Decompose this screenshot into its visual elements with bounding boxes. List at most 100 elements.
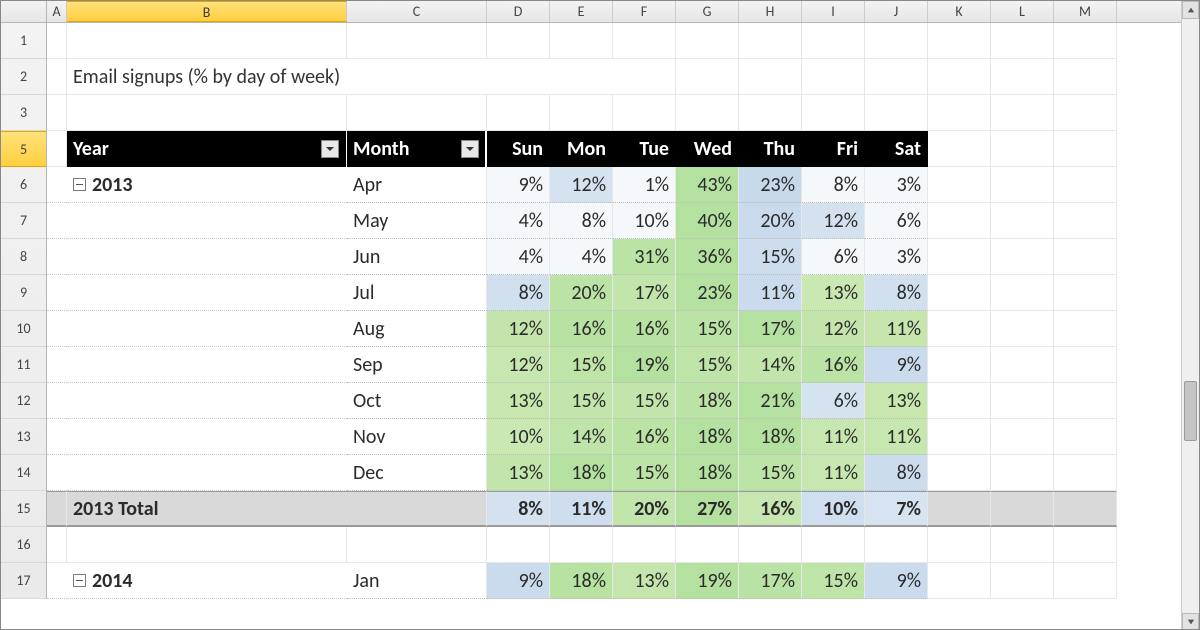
value-cell[interactable]: 13% — [802, 275, 865, 311]
cell-K15[interactable] — [928, 491, 991, 527]
cell-L2[interactable] — [991, 59, 1054, 95]
cell-L8[interactable] — [991, 239, 1054, 275]
row-header-12[interactable]: 12 — [1, 383, 46, 419]
scroll-down-button[interactable] — [1182, 613, 1199, 630]
cell-F16[interactable] — [613, 527, 676, 563]
cell-M1[interactable] — [1054, 23, 1117, 59]
day-header-thu[interactable]: Thu — [739, 131, 802, 167]
cell-A10[interactable] — [47, 311, 67, 347]
cell-A14[interactable] — [47, 455, 67, 491]
cell-A3[interactable] — [47, 95, 67, 131]
cell-A13[interactable] — [47, 419, 67, 455]
cell-J2[interactable] — [865, 59, 928, 95]
value-cell[interactable]: 23% — [676, 275, 739, 311]
total-value-cell[interactable]: 7% — [865, 491, 928, 527]
row-header-16[interactable]: 16 — [1, 527, 46, 563]
row-header-17[interactable]: 17 — [1, 563, 46, 599]
value-cell[interactable]: 15% — [739, 455, 802, 491]
value-cell[interactable]: 1% — [613, 167, 676, 203]
column-header-D[interactable]: D — [487, 1, 550, 22]
value-cell[interactable]: 21% — [739, 383, 802, 419]
row-header-8[interactable]: 8 — [1, 239, 46, 275]
cell-E3[interactable] — [550, 95, 613, 131]
row-header-13[interactable]: 13 — [1, 419, 46, 455]
row-header-14[interactable]: 14 — [1, 455, 46, 491]
value-cell[interactable]: 14% — [550, 419, 613, 455]
total-value-cell[interactable]: 27% — [676, 491, 739, 527]
cell-D16[interactable] — [487, 527, 550, 563]
cell-M9[interactable] — [1054, 275, 1117, 311]
value-cell[interactable]: 14% — [739, 347, 802, 383]
row-header-6[interactable]: 6 — [1, 167, 46, 203]
column-header-C[interactable]: C — [347, 1, 487, 22]
cell-K3[interactable] — [928, 95, 991, 131]
cell-A5[interactable] — [47, 131, 67, 167]
value-cell[interactable]: 23% — [739, 167, 802, 203]
value-cell[interactable]: 15% — [739, 239, 802, 275]
cell-H16[interactable] — [739, 527, 802, 563]
value-cell[interactable]: 11% — [802, 455, 865, 491]
value-cell[interactable]: 19% — [613, 347, 676, 383]
value-cell[interactable]: 18% — [550, 455, 613, 491]
cell-G1[interactable] — [676, 23, 739, 59]
value-cell[interactable]: 9% — [865, 347, 928, 383]
value-cell[interactable]: 11% — [739, 275, 802, 311]
value-cell[interactable]: 15% — [676, 311, 739, 347]
cell-L3[interactable] — [991, 95, 1054, 131]
cell-K5[interactable] — [928, 131, 991, 167]
cell-M8[interactable] — [1054, 239, 1117, 275]
cell-M12[interactable] — [1054, 383, 1117, 419]
cell-L13[interactable] — [991, 419, 1054, 455]
collapse-toggle-2014[interactable] — [73, 574, 86, 587]
cell-A2[interactable] — [47, 59, 67, 95]
cell-M2[interactable] — [1054, 59, 1117, 95]
value-cell[interactable]: 15% — [550, 383, 613, 419]
column-header-E[interactable]: E — [550, 1, 613, 22]
row-header-3[interactable]: 3 — [1, 95, 46, 131]
value-cell[interactable]: 4% — [550, 239, 613, 275]
day-header-sun[interactable]: Sun — [487, 131, 550, 167]
cell-M16[interactable] — [1054, 527, 1117, 563]
cell-L6[interactable] — [991, 167, 1054, 203]
value-cell[interactable]: 3% — [865, 239, 928, 275]
pivot-month-header[interactable]: Month — [347, 131, 487, 167]
cell-M3[interactable] — [1054, 95, 1117, 131]
cell-M13[interactable] — [1054, 419, 1117, 455]
cell-B14[interactable] — [67, 455, 347, 491]
value-cell[interactable]: 9% — [487, 563, 550, 599]
value-cell[interactable]: 4% — [487, 203, 550, 239]
cell-A15[interactable] — [47, 491, 67, 527]
cell-J16[interactable] — [865, 527, 928, 563]
cell-A16[interactable] — [47, 527, 67, 563]
cell-K13[interactable] — [928, 419, 991, 455]
cell-area[interactable]: Email signups (% by day of week)YearMont… — [47, 23, 1199, 599]
value-cell[interactable]: 8% — [865, 455, 928, 491]
cell-D1[interactable] — [487, 23, 550, 59]
cell-G16[interactable] — [676, 527, 739, 563]
cell-A7[interactable] — [47, 203, 67, 239]
value-cell[interactable]: 12% — [802, 311, 865, 347]
cell-A6[interactable] — [47, 167, 67, 203]
cell-D3[interactable] — [487, 95, 550, 131]
value-cell[interactable]: 13% — [487, 383, 550, 419]
cell-A1[interactable] — [47, 23, 67, 59]
cell-M7[interactable] — [1054, 203, 1117, 239]
value-cell[interactable]: 9% — [865, 563, 928, 599]
column-header-I[interactable]: I — [802, 1, 865, 22]
value-cell[interactable]: 15% — [550, 347, 613, 383]
month-cell-2013-Jun[interactable]: Jun — [347, 239, 487, 275]
cell-B9[interactable] — [67, 275, 347, 311]
value-cell[interactable]: 19% — [676, 563, 739, 599]
cell-L16[interactable] — [991, 527, 1054, 563]
month-cell-2013-Aug[interactable]: Aug — [347, 311, 487, 347]
cell-L11[interactable] — [991, 347, 1054, 383]
pivot-year-header[interactable]: Year — [67, 131, 347, 167]
cell-G2[interactable] — [676, 59, 739, 95]
cell-I3[interactable] — [802, 95, 865, 131]
cell-A12[interactable] — [47, 383, 67, 419]
cell-I2[interactable] — [802, 59, 865, 95]
value-cell[interactable]: 8% — [487, 275, 550, 311]
value-cell[interactable]: 16% — [550, 311, 613, 347]
value-cell[interactable]: 9% — [487, 167, 550, 203]
cell-F3[interactable] — [613, 95, 676, 131]
